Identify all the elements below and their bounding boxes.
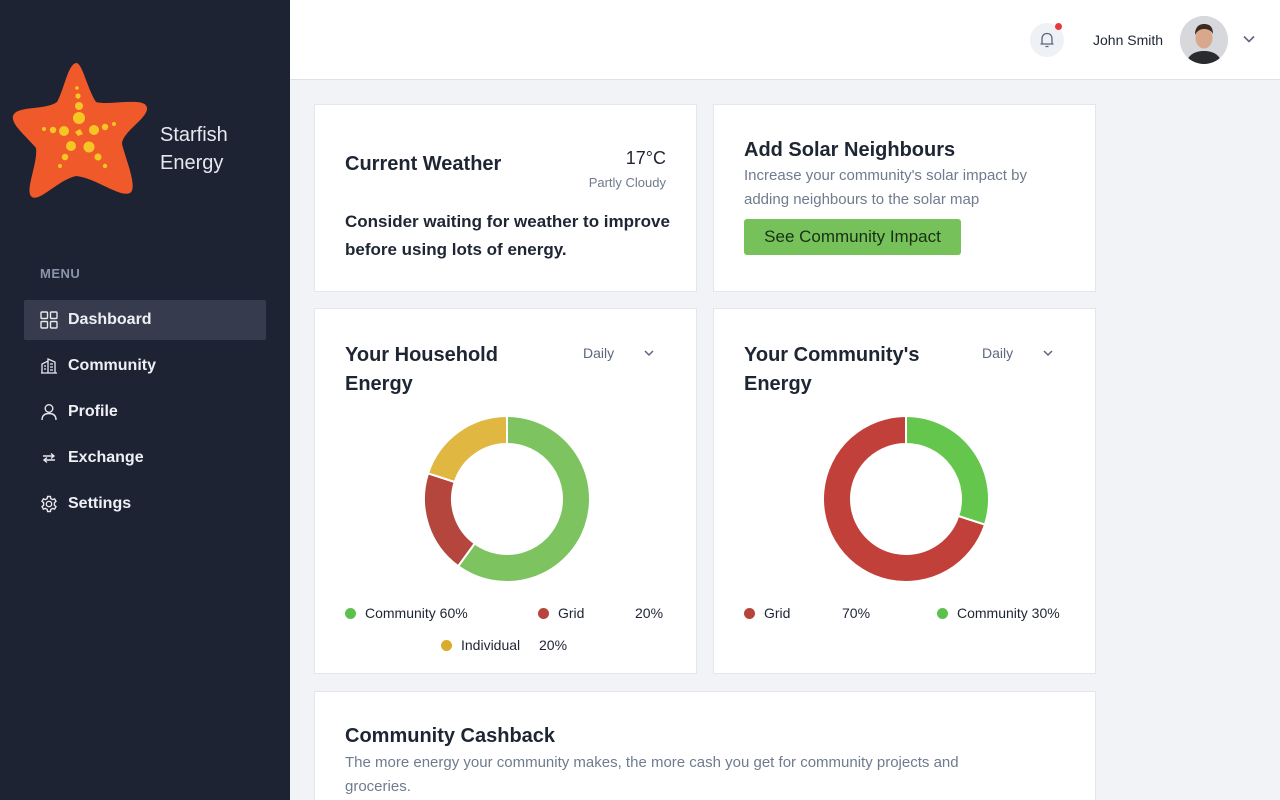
legend-grid: Grid (744, 605, 790, 621)
buildings-icon (41, 358, 57, 374)
community-title: Your Community's Energy (744, 344, 920, 395)
sidebar-item-label: Dashboard (68, 311, 152, 328)
community-energy-card: Your Community's Energy Daily Grid 70% C… (713, 308, 1096, 674)
legend-dot (937, 607, 948, 619)
legend-grid: Grid (538, 605, 584, 621)
legend-community: Community 60% (345, 605, 468, 621)
brand-line-2: Energy (160, 152, 224, 174)
starfish-logo-icon[interactable] (10, 60, 150, 205)
sidebar-item-profile[interactable]: Profile (24, 392, 266, 432)
brand-line-1: Starfish (160, 124, 228, 146)
exchange-arrows-icon (42, 452, 56, 464)
household-donut-chart (423, 415, 591, 583)
legend-dot (345, 607, 356, 619)
sidebar-item-label: Community (68, 357, 156, 374)
community-period-select[interactable]: Daily (982, 345, 1013, 361)
bell-icon (1040, 32, 1054, 48)
legend-value: 70% (842, 605, 871, 621)
avatar[interactable] (1180, 16, 1228, 64)
cashback-description: The more energy your community makes, th… (345, 754, 959, 795)
grid-icon (40, 311, 58, 329)
household-slice-individual (426, 415, 508, 484)
gear-icon (41, 495, 57, 513)
sidebar-item-exchange[interactable]: Exchange (24, 438, 266, 478)
sidebar-item-label: Profile (68, 403, 118, 420)
weather-card: Current Weather 17°C Partly Cloudy Consi… (314, 104, 697, 292)
user-avatar-image (1180, 16, 1228, 64)
legend-label: Grid (558, 605, 585, 621)
community-cashback-card: Community Cashback The more energy your … (314, 691, 1096, 800)
sidebar-item-settings[interactable]: Settings (24, 484, 266, 524)
legend-label: Individual (461, 637, 521, 653)
menu-heading: MENU (40, 266, 81, 281)
legend-label: Grid (764, 605, 791, 621)
legend-value: 20% (635, 605, 664, 621)
sidebar-item-community[interactable]: Community (24, 346, 266, 386)
user-name[interactable]: John Smith (1093, 32, 1163, 48)
sidebar-item-label: Settings (68, 495, 132, 512)
household-period-select[interactable]: Daily (583, 345, 614, 361)
community-donut-chart (822, 415, 990, 583)
solar-title: Add Solar Neighbours (744, 139, 956, 161)
legend-value: 20% (539, 637, 568, 653)
user-icon (41, 404, 57, 421)
household-energy-card: Your Household Energy Daily Community 60… (314, 308, 697, 674)
chevron-down-icon[interactable] (1242, 32, 1256, 46)
sidebar-item-dashboard[interactable]: Dashboard (24, 300, 266, 340)
legend-community: Community 30% (937, 605, 1060, 621)
cashback-title: Community Cashback (345, 725, 556, 747)
chevron-down-icon[interactable] (643, 347, 655, 359)
chevron-down-icon[interactable] (1042, 347, 1054, 359)
legend-label: Community 60% (365, 605, 468, 621)
weather-title: Current Weather (345, 153, 502, 175)
temperature-value: 17°C (625, 148, 666, 168)
solar-description: Increase your community's solar impact b… (744, 167, 1027, 208)
notifications-button[interactable] (1030, 23, 1064, 57)
household-slice-grid (423, 472, 477, 568)
sidebar-item-label: Exchange (68, 449, 144, 466)
legend-individual: Individual (441, 637, 520, 653)
solar-neighbours-card: Add Solar Neighbours Increase your commu… (713, 104, 1096, 292)
sidebar: Starfish Energy MENU Dashboard Community… (0, 0, 290, 800)
legend-label: Community 30% (957, 605, 1060, 621)
top-header: John Smith (290, 0, 1280, 80)
sidebar-nav: Dashboard Community Profile Exchange Set… (24, 300, 266, 530)
brand-name: Starfish Energy (160, 121, 228, 177)
weather-condition: Partly Cloudy (588, 175, 666, 190)
community-slice-community (905, 415, 990, 526)
household-title: Your Household Energy (345, 344, 498, 395)
weather-advice: Consider waiting for weather to improve … (345, 212, 670, 259)
see-community-impact-button[interactable]: See Community Impact (744, 219, 961, 255)
legend-dot (441, 639, 452, 651)
legend-dot (538, 607, 549, 619)
notification-badge (1055, 23, 1062, 30)
legend-dot (744, 607, 755, 619)
